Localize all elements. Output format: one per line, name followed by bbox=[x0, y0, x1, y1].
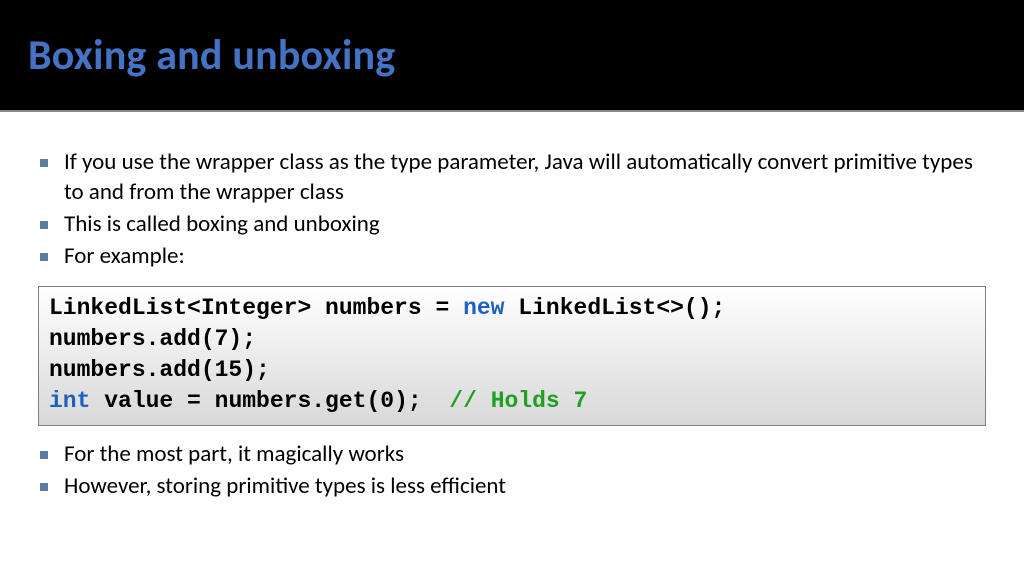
bullet-item: For example: bbox=[38, 242, 986, 272]
code-block: LinkedList<Integer> numbers = new Linked… bbox=[38, 286, 986, 426]
slide-title: Boxing and unboxing bbox=[28, 30, 996, 81]
slide-content: If you use the wrapper class as the type… bbox=[0, 112, 1024, 502]
bullet-item: This is called boxing and unboxing bbox=[38, 210, 986, 240]
keyword-new: new bbox=[463, 295, 504, 321]
code-text: LinkedList<Integer> numbers = bbox=[49, 295, 463, 321]
bullets-top: If you use the wrapper class as the type… bbox=[38, 148, 986, 272]
bullet-item: If you use the wrapper class as the type… bbox=[38, 148, 986, 208]
title-bar: Boxing and unboxing bbox=[0, 0, 1024, 112]
code-text: numbers.add(15); bbox=[49, 357, 270, 383]
bullet-item: However, storing primitive types is less… bbox=[38, 472, 986, 502]
keyword-int: int bbox=[49, 388, 90, 414]
code-text: LinkedList<>(); bbox=[505, 295, 726, 321]
bullets-bottom: For the most part, it magically works Ho… bbox=[38, 440, 986, 502]
bullet-item: For the most part, it magically works bbox=[38, 440, 986, 470]
code-text: value = numbers.get(0); bbox=[90, 388, 449, 414]
code-text: numbers.add(7); bbox=[49, 326, 256, 352]
code-comment: // Holds 7 bbox=[449, 388, 587, 414]
